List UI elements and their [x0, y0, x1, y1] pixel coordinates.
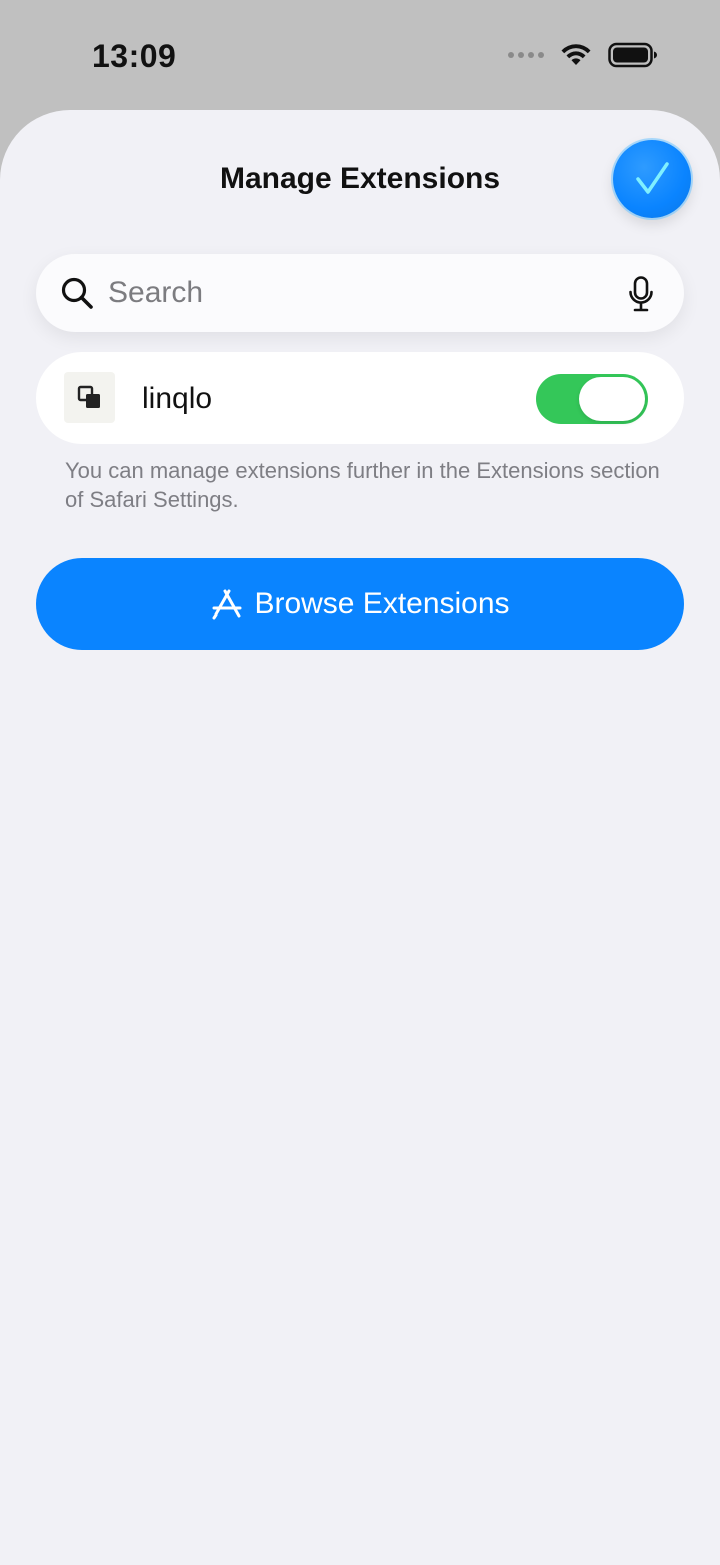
browse-extensions-button[interactable]: Browse Extensions: [36, 558, 684, 650]
search-icon: [61, 277, 93, 309]
search-bar[interactable]: [36, 254, 684, 332]
status-bar: 13:09: [0, 0, 720, 110]
app-store-icon: [212, 589, 242, 620]
wifi-icon: [561, 44, 591, 65]
status-time: 13:09: [92, 38, 177, 74]
signal-dots-icon: [508, 52, 544, 58]
page-title: Manage Extensions: [219, 162, 501, 195]
checkmark-icon: [636, 162, 669, 194]
extensions-footnote: You can manage extensions further in the…: [65, 458, 660, 512]
browse-extensions-label: Browse Extensions: [254, 587, 510, 620]
extension-row: linqlo: [36, 352, 684, 444]
toggle-knob: [579, 377, 645, 421]
extension-name: linqlo: [142, 382, 213, 415]
linqlo-logo-icon: [77, 385, 100, 408]
search-input[interactable]: [108, 254, 608, 332]
battery-icon: [608, 42, 657, 68]
extension-app-icon: [64, 372, 115, 423]
extension-toggle[interactable]: [536, 374, 648, 424]
status-icons: [508, 42, 658, 68]
microphone-icon[interactable]: [628, 276, 654, 312]
manage-extensions-sheet: Manage Extensions linqlo You: [0, 110, 720, 1565]
done-button[interactable]: [613, 140, 691, 218]
